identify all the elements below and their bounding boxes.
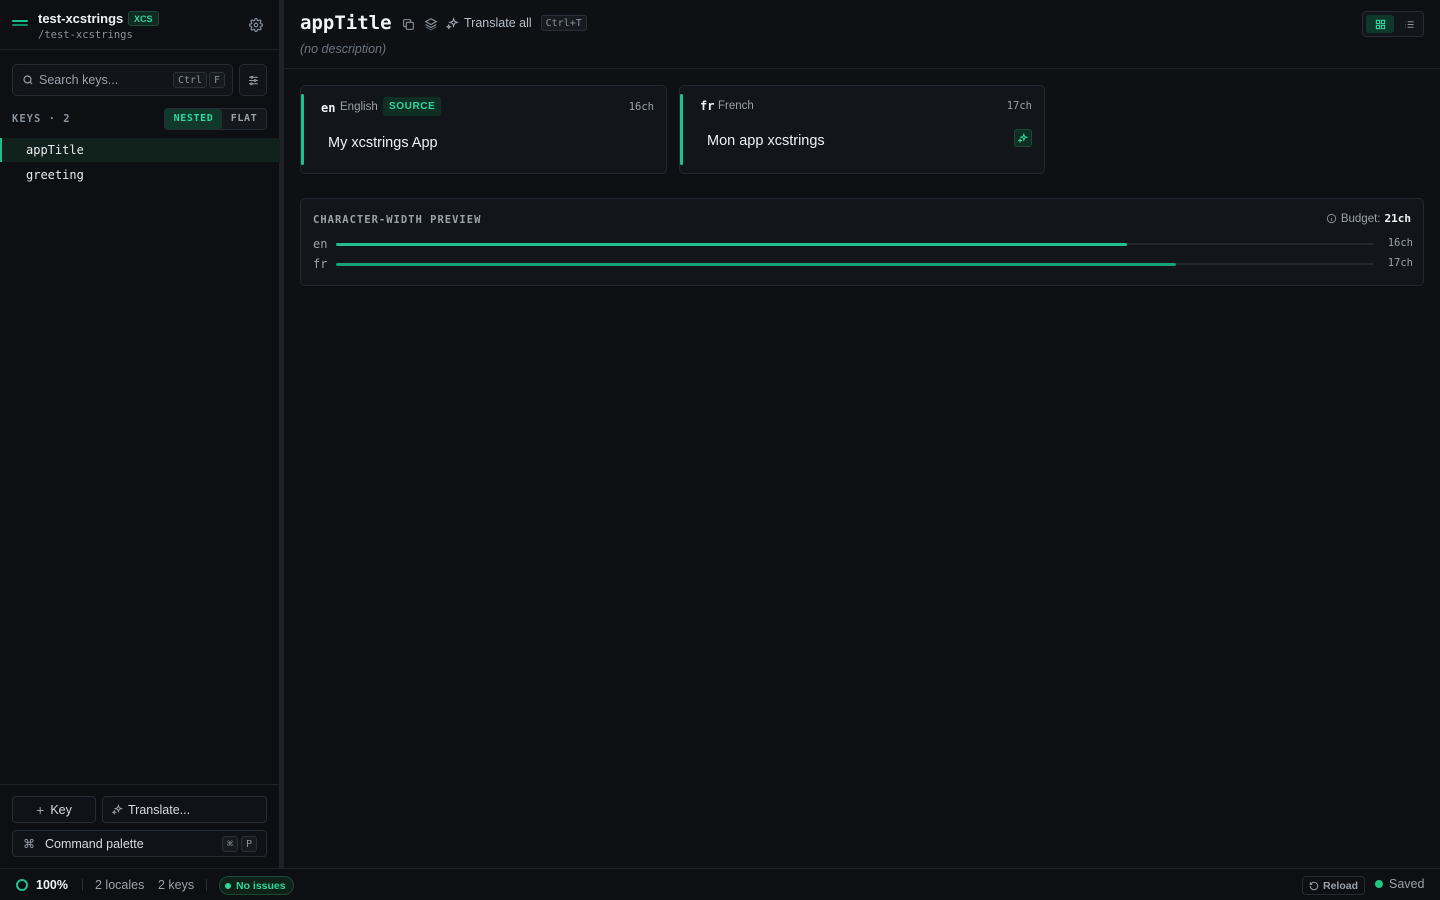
- character-width-preview: CHARACTER-WIDTH PREVIEW Budget: 21ch en …: [300, 198, 1424, 286]
- reload-button[interactable]: Reload: [1302, 876, 1366, 895]
- divider: [206, 879, 207, 891]
- layers-icon: [424, 18, 438, 31]
- saved-label: Saved: [1389, 877, 1425, 891]
- locale-code: fr: [700, 99, 715, 113]
- key-count: 2 keys: [158, 878, 195, 892]
- translate-all-shortcut: Ctrl+T: [540, 15, 587, 31]
- command-palette-label: Command palette: [45, 836, 144, 851]
- gear-icon: [249, 18, 263, 32]
- variations-button[interactable]: [423, 16, 439, 32]
- search-shortcut-f: F: [209, 72, 226, 88]
- width-bar: [336, 262, 1177, 266]
- source-badge: SOURCE: [383, 97, 442, 116]
- editor-panel: appTitle Translate all Ctrl+T (no descri…: [284, 0, 1440, 868]
- translate-button[interactable]: Translate...: [102, 796, 267, 823]
- width-bar: [336, 242, 1127, 246]
- source-indicator-bar: [301, 94, 304, 165]
- command-palette-button[interactable]: ⌘ Command palette ⌘ P: [12, 830, 267, 857]
- completion-ring-icon: [16, 879, 28, 891]
- add-key-label: Key: [50, 802, 72, 817]
- sparkles-icon: [112, 804, 123, 815]
- translate-label: Translate...: [128, 802, 191, 817]
- status-bar: 100% 2 locales 2 keys No issues Reload S…: [0, 868, 1440, 900]
- locale-name: English: [340, 101, 378, 113]
- app-logo-icon: [12, 20, 28, 30]
- project-path: /test-xcstrings: [38, 29, 133, 41]
- width-track: [336, 242, 1374, 246]
- row-length: 17ch: [1387, 257, 1413, 269]
- sidebar-actions: + Key Translate... ⌘ Command palette ⌘ P: [0, 784, 280, 868]
- locale-card-en: en English SOURCE 16ch My xcstrings App: [300, 85, 667, 174]
- completion-percent: 100%: [36, 878, 68, 892]
- budget-label: Budget:: [1340, 212, 1381, 225]
- flat-mode-button[interactable]: FLAT: [222, 109, 266, 129]
- search-icon: [23, 75, 33, 85]
- locale-length: 16ch: [628, 101, 654, 113]
- list-icon: [1404, 20, 1414, 28]
- reload-label: Reload: [1323, 879, 1359, 892]
- key-item-apptitle[interactable]: appTitle: [0, 138, 280, 162]
- translation-value[interactable]: My xcstrings App: [328, 135, 438, 151]
- locale-code: en: [321, 101, 336, 115]
- search-input[interactable]: [39, 65, 179, 95]
- saved-dot-icon: [1375, 880, 1383, 888]
- row-locale: fr: [313, 257, 328, 271]
- save-status: Saved: [1375, 877, 1424, 891]
- budget-indicator: Budget: 21ch: [1326, 212, 1411, 225]
- key-title: appTitle: [300, 12, 392, 34]
- command-shortcut-p: P: [241, 836, 258, 852]
- width-row-en: en 16ch: [313, 237, 1413, 251]
- project-name: test-xcstrings: [38, 11, 124, 26]
- sparkles-icon: [1018, 133, 1028, 143]
- project-format-badge: XCS: [128, 11, 159, 26]
- status-dot-icon: [225, 882, 231, 889]
- translated-indicator-bar: [680, 94, 683, 165]
- preview-title: CHARACTER-WIDTH PREVIEW: [313, 214, 482, 226]
- info-icon: [1326, 213, 1336, 224]
- settings-button[interactable]: [246, 15, 266, 35]
- row-locale: en: [313, 237, 328, 251]
- filter-icon: [248, 75, 258, 85]
- search-box: Ctrl F: [12, 64, 233, 96]
- list-view-button[interactable]: [1396, 15, 1422, 33]
- issues-badge[interactable]: No issues: [219, 876, 294, 895]
- issues-label: No issues: [236, 879, 286, 892]
- ai-translate-button[interactable]: [1014, 129, 1032, 147]
- width-track: [336, 262, 1374, 266]
- sidebar: test-xcstrings XCS /test-xcstrings Ctrl …: [0, 0, 280, 868]
- filter-button[interactable]: [239, 64, 267, 96]
- grid-icon: [1375, 19, 1385, 29]
- layout-toggle: [1362, 11, 1424, 37]
- key-description[interactable]: (no description): [300, 42, 386, 56]
- width-row-fr: fr 17ch: [313, 257, 1413, 271]
- app-window: test-xcstrings XCS /test-xcstrings Ctrl …: [0, 0, 1440, 900]
- translate-all-button[interactable]: Translate all Ctrl+T: [446, 15, 587, 31]
- locale-count: 2 locales: [95, 878, 145, 892]
- sparkles-icon: [446, 16, 459, 30]
- add-key-button[interactable]: + Key: [12, 796, 96, 823]
- budget-value: 21ch: [1384, 212, 1412, 225]
- key-item-greeting[interactable]: greeting: [0, 163, 280, 187]
- copy-key-button[interactable]: [400, 16, 416, 32]
- copy-icon: [402, 18, 414, 30]
- plus-icon: +: [36, 801, 45, 818]
- editor-header: appTitle Translate all Ctrl+T (no descri…: [284, 0, 1440, 69]
- command-shortcut-cmd: ⌘: [222, 836, 239, 852]
- locale-name: French: [718, 100, 754, 112]
- divider: [82, 879, 83, 891]
- grid-view-button[interactable]: [1366, 15, 1394, 33]
- project-header: test-xcstrings XCS /test-xcstrings: [0, 0, 280, 50]
- translation-value[interactable]: Mon app xcstrings: [707, 133, 825, 149]
- translate-all-label: Translate all: [464, 16, 532, 30]
- nested-mode-button[interactable]: NESTED: [165, 109, 222, 129]
- reload-icon: [1309, 881, 1319, 890]
- command-icon: ⌘: [23, 836, 35, 851]
- view-mode-toggle: NESTED FLAT: [164, 108, 267, 130]
- row-length: 16ch: [1387, 237, 1413, 249]
- keys-count-label: KEYS · 2: [12, 113, 71, 125]
- search-shortcut-ctrl: Ctrl: [173, 72, 208, 88]
- locale-card-fr: fr French 17ch Mon app xcstrings: [679, 85, 1045, 174]
- locale-length: 17ch: [1006, 100, 1032, 112]
